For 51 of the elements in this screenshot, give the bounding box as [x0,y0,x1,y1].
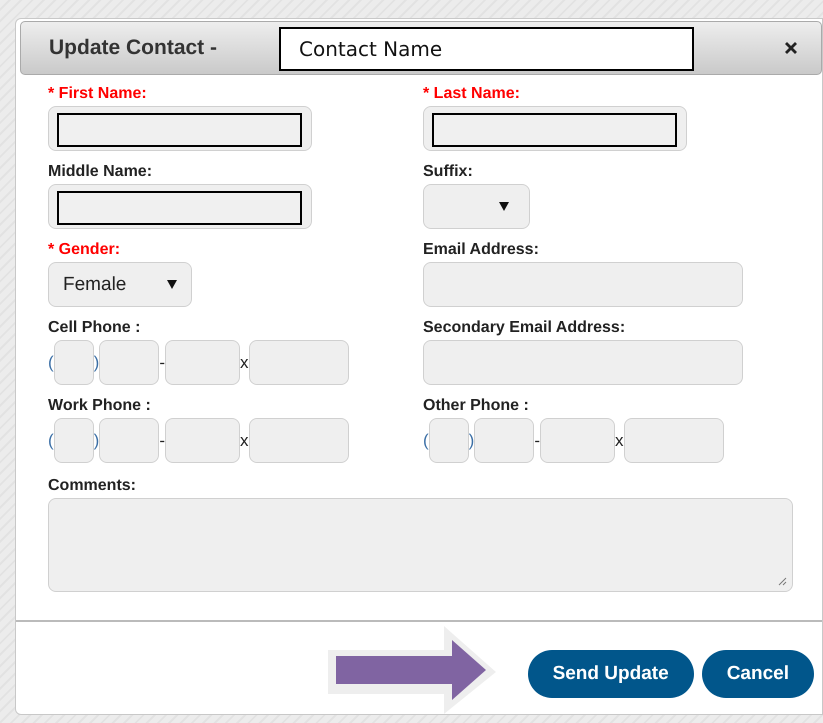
field-label: Secondary Email Address: [423,319,626,337]
dialog-title: Update Contact - [49,36,217,60]
cancel-button[interactable]: Cancel [702,650,814,698]
phone-field[interactable] [474,418,534,463]
phone-field[interactable] [99,418,160,463]
phone-separator: ) [468,430,474,450]
text-field[interactable] [48,106,312,151]
field-label: Other Phone : [423,397,530,415]
phone-separator: x [240,430,249,450]
phone-separator: ( [48,430,54,450]
field-label: * Last Name: [423,85,521,103]
phone-field[interactable] [540,418,616,463]
text-field[interactable] [48,184,312,229]
send-update-button[interactable]: Send Update [528,650,694,698]
phone-separator: ( [423,430,429,450]
field-label: Work Phone : [48,397,152,415]
phone-field[interactable] [54,418,94,463]
close-icon[interactable] [783,40,799,56]
dropdown[interactable] [423,184,530,229]
phone-separator: x [615,430,624,450]
field-label: Cell Phone : [48,319,142,337]
phone-separator: ) [94,352,100,372]
caret-icon [499,202,509,211]
field-label: * First Name: [48,85,148,103]
phone-separator: ) [94,430,100,450]
field-label: * Gender: [48,241,122,259]
caret-icon [167,280,177,289]
phone-separator: x [240,352,249,372]
resize-grip-icon [777,576,787,586]
dropdown[interactable]: Female [48,262,192,307]
email-field[interactable] [423,340,743,385]
field-label: Middle Name: [48,163,154,181]
comments-field[interactable] [48,498,793,592]
phone-field[interactable] [54,340,94,385]
field-label: Comments: [48,477,138,495]
phone-field[interactable] [624,418,724,463]
phone-field[interactable] [99,340,160,385]
text-field[interactable] [423,106,687,151]
phone-separator: - [534,430,540,450]
phone-separator: - [159,352,166,372]
title-overlay: Contact Name [279,27,694,71]
phone-field[interactable] [248,418,349,463]
phone-field[interactable] [165,418,240,463]
phone-field[interactable] [248,340,349,385]
phone-separator: ( [48,352,54,372]
phone-field[interactable] [165,340,240,385]
email-field[interactable] [423,262,743,307]
field-label: Suffix: [423,163,474,181]
phone-field[interactable] [428,418,469,463]
phone-separator: - [159,430,166,450]
field-label: Email Address: [423,241,540,259]
